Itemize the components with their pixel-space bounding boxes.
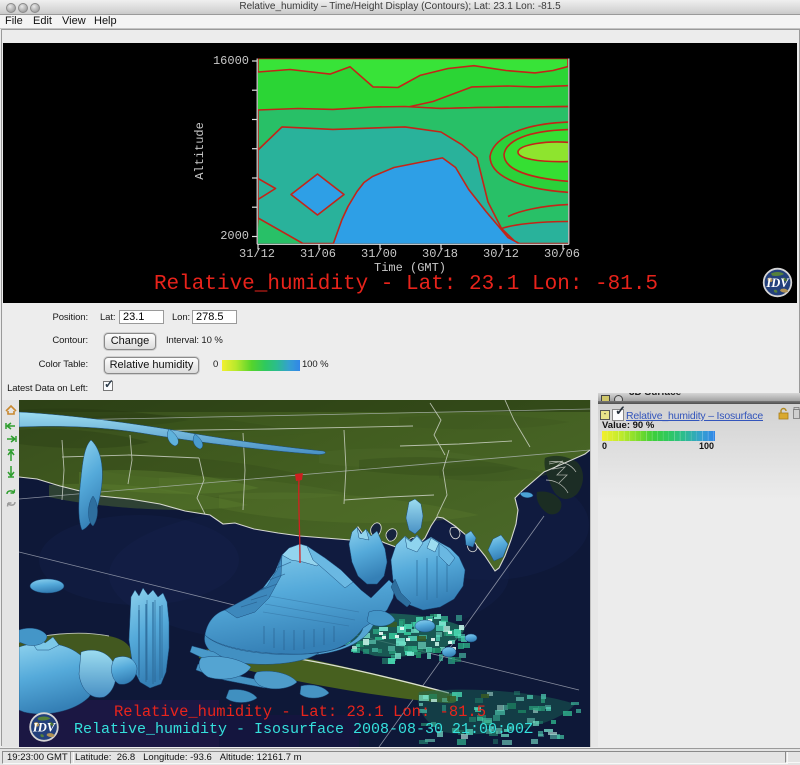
svg-text:Relative_humidity - Lat: 23.1: Relative_humidity - Lat: 23.1 Lon: -81.5	[114, 703, 486, 721]
svg-text:Relative_humidity - Isosurface: Relative_humidity - Isosurface 2008-08-3…	[74, 721, 533, 738]
